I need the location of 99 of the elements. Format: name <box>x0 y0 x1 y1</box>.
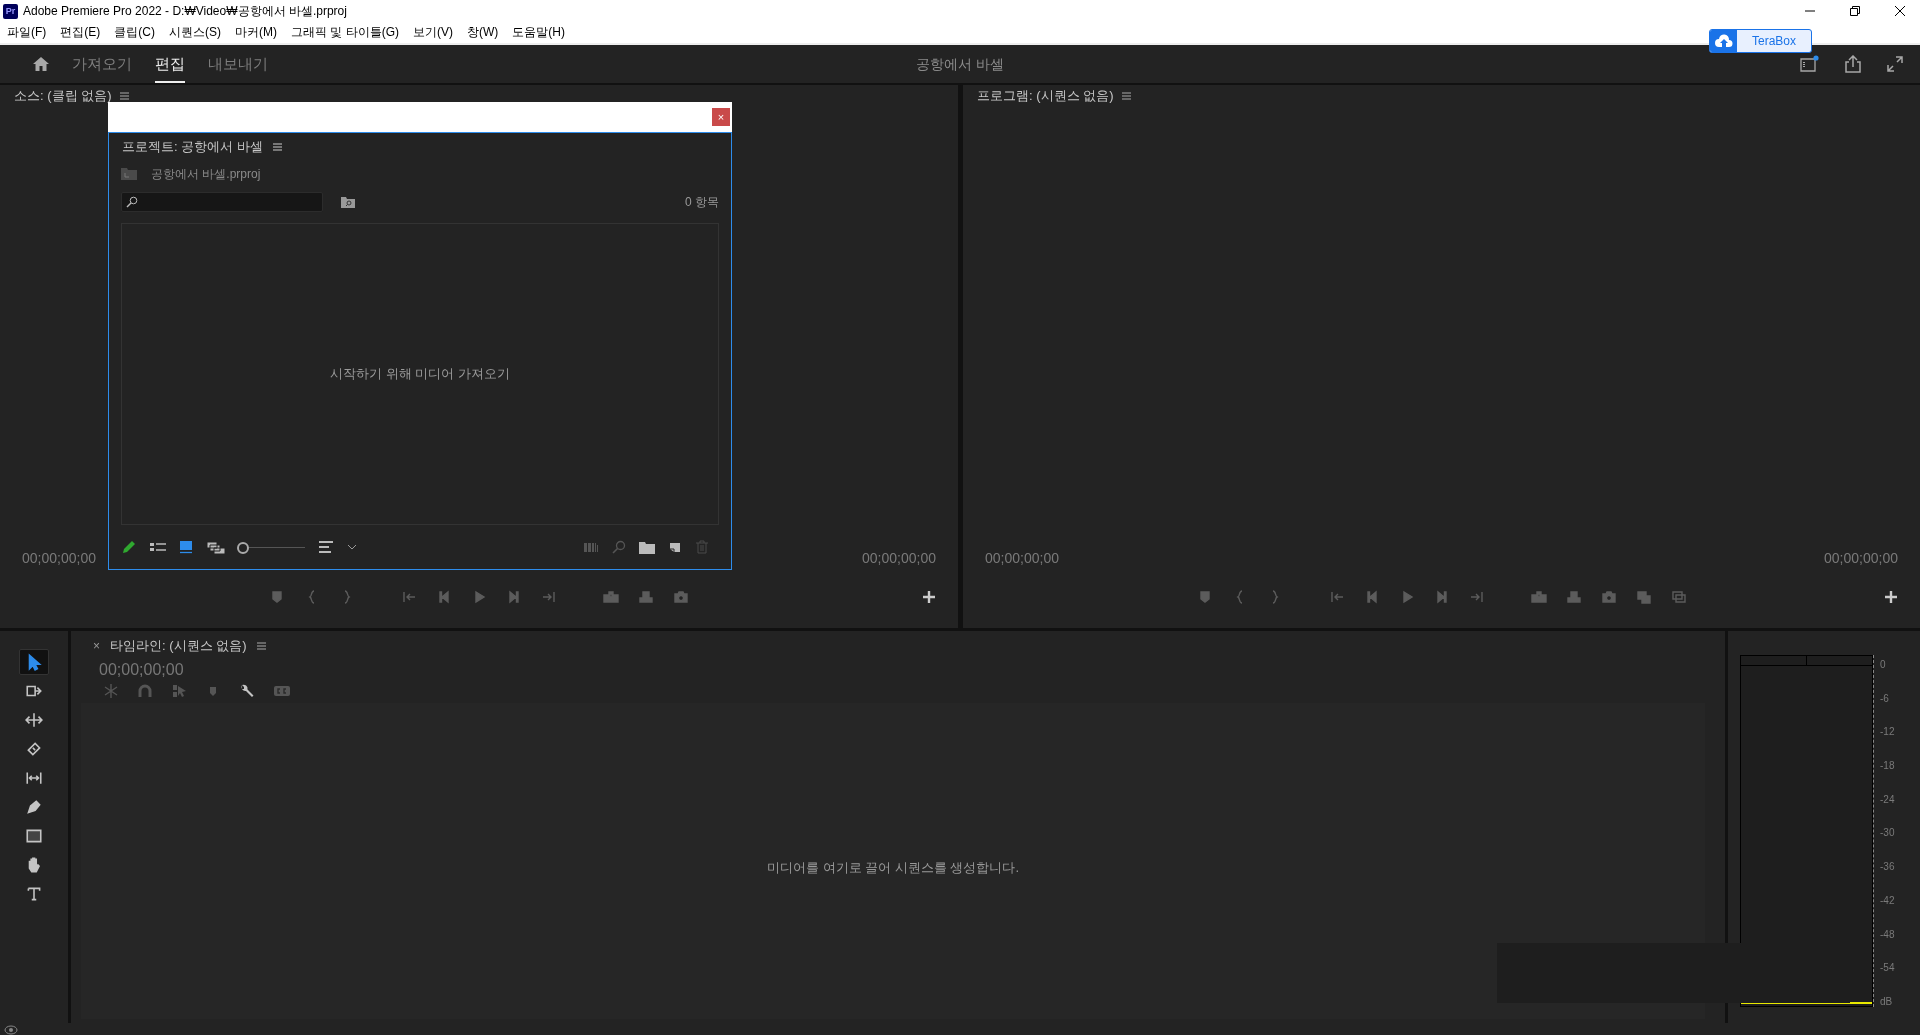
new-item-icon[interactable] <box>668 540 682 554</box>
menu-item[interactable]: 도움말(H) <box>512 24 565 41</box>
slider-thumb[interactable] <box>236 542 249 554</box>
compare-icon[interactable] <box>1635 589 1652 605</box>
razor-icon <box>25 740 43 758</box>
meter-scale-label: -42 <box>1880 894 1895 906</box>
menu-icon[interactable] <box>272 143 282 151</box>
menu-icon[interactable] <box>119 92 129 100</box>
pencil-icon[interactable] <box>121 539 137 555</box>
menu-item[interactable]: 시퀀스(S) <box>169 24 221 41</box>
meter-scale-label: -24 <box>1880 793 1895 805</box>
menu-item[interactable]: 보기(V) <box>413 24 453 41</box>
tool-button[interactable] <box>19 649 49 675</box>
workspace-tab[interactable]: 가져오기 <box>72 45 132 83</box>
menu-item[interactable]: 편집(E) <box>60 24 101 41</box>
magnet-icon[interactable] <box>137 683 153 699</box>
list-view-icon[interactable] <box>150 541 166 553</box>
folder-icon[interactable] <box>639 540 655 554</box>
meter-scale-label: -54 <box>1880 962 1895 974</box>
timecode: 00;00;00;00 <box>22 550 96 566</box>
terabox-button[interactable]: TeraBox <box>1709 29 1812 53</box>
insert-icon[interactable] <box>603 589 619 605</box>
menu-icon[interactable] <box>256 642 266 650</box>
meter-scale-label: 0 <box>1880 659 1887 670</box>
status-icon <box>4 1023 18 1035</box>
window-title: Adobe Premiere Pro 2022 - D:₩Video₩공항에서 바셀.prproj <box>23 2 347 20</box>
project-title: 공항에서 바셀 <box>916 56 1004 74</box>
go-to-in-icon[interactable] <box>401 589 417 605</box>
meter-scale-label: -12 <box>1880 726 1895 738</box>
app-logo: Pr <box>3 3 18 19</box>
timecode: 00;00;00;00 <box>98 660 185 679</box>
overwrite-icon[interactable] <box>1565 589 1582 605</box>
panel-title: 소스: (클립 없음) <box>14 87 112 105</box>
type-icon <box>25 885 43 903</box>
timecode: 00;00;00;00 <box>1824 550 1898 566</box>
panel-title: 프로그램: (시퀀스 없음) <box>977 87 1114 105</box>
step-forward-icon[interactable] <box>506 589 522 605</box>
meter-scale-label: -36 <box>1880 861 1895 873</box>
find-icon[interactable] <box>612 540 626 554</box>
captions-icon[interactable] <box>273 684 291 698</box>
camera-icon[interactable] <box>673 589 689 605</box>
panel-title: 프로젝트: 공항에서 바셀 <box>122 138 263 156</box>
automate-icon[interactable] <box>583 541 599 553</box>
trash-icon[interactable] <box>695 540 709 554</box>
icon-view-icon[interactable] <box>179 540 193 554</box>
close-icon[interactable] <box>1894 5 1906 17</box>
menu-item[interactable]: 클립(C) <box>114 24 155 41</box>
meter-scale-label: dB <box>1880 995 1894 1007</box>
fullscreen-icon[interactable] <box>1886 55 1904 73</box>
go-to-out-icon[interactable] <box>1468 589 1485 605</box>
menu-item[interactable]: 파일(F) <box>7 24 47 41</box>
item-count: 0 항목 <box>685 193 719 211</box>
meter-scale-label: -18 <box>1880 760 1895 772</box>
menu-item[interactable]: 그래픽 및 타이틀(G) <box>291 24 399 41</box>
multi-camera-icon[interactable] <box>1670 589 1687 605</box>
empty-timeline-message: 미디어를 여기로 끌어 시퀀스를 생성합니다. <box>766 859 1020 877</box>
search-icon <box>126 196 138 208</box>
folder-icon <box>121 168 137 180</box>
plus-icon[interactable] <box>923 591 935 603</box>
timecode: 00;00;00;00 <box>862 550 936 566</box>
cloud-icon <box>1714 34 1733 48</box>
sort-icon[interactable] <box>318 540 334 554</box>
overwrite-icon[interactable] <box>638 589 654 605</box>
menu-item[interactable]: 창(W) <box>467 24 499 41</box>
slip-icon <box>25 769 43 787</box>
menu-icon[interactable] <box>1121 92 1131 100</box>
project-file-name: 공항에서 바셀.prproj <box>151 165 261 183</box>
workspace-tab[interactable]: 편집 <box>155 45 185 83</box>
share-icon[interactable] <box>1844 55 1862 73</box>
nest-icon[interactable] <box>103 683 119 699</box>
timecode: 00;00;00;00 <box>985 550 1059 566</box>
workspace-tab[interactable]: 내보내기 <box>208 45 268 83</box>
close-button[interactable]: × <box>93 639 100 653</box>
insert-icon[interactable] <box>1530 589 1547 605</box>
find-bin-icon[interactable] <box>340 195 356 209</box>
plus-icon[interactable] <box>1885 591 1897 603</box>
marker-icon[interactable] <box>269 589 285 605</box>
menu-item[interactable]: 마커(M) <box>235 24 277 41</box>
panel-title: 타임라인: (시퀀스 없음) <box>110 637 247 655</box>
restore-icon[interactable] <box>1849 5 1861 17</box>
import-media-message: 시작하기 위해 미디어 가져오기 <box>330 365 510 383</box>
ripple-edit-icon <box>25 711 43 729</box>
step-back-icon[interactable] <box>436 589 452 605</box>
pen-icon <box>25 798 43 816</box>
home-icon[interactable] <box>32 56 50 72</box>
go-to-in-icon[interactable] <box>1328 589 1345 605</box>
go-to-out-icon[interactable] <box>541 589 557 605</box>
close-button[interactable]: × <box>712 108 730 126</box>
linked-selection-icon[interactable] <box>171 683 187 699</box>
freeform-view-icon[interactable] <box>206 540 226 554</box>
meter-scale-label: -30 <box>1880 827 1895 839</box>
meter-scale-label: -6 <box>1880 692 1890 704</box>
wrench-icon[interactable] <box>239 683 255 699</box>
camera-icon[interactable] <box>1600 589 1617 605</box>
meter-scale-label: -48 <box>1880 928 1895 940</box>
panel-icon[interactable] <box>1800 55 1820 73</box>
rectangle-icon <box>25 827 43 845</box>
caret-icon[interactable] <box>347 543 357 551</box>
search-field[interactable] <box>121 192 323 212</box>
